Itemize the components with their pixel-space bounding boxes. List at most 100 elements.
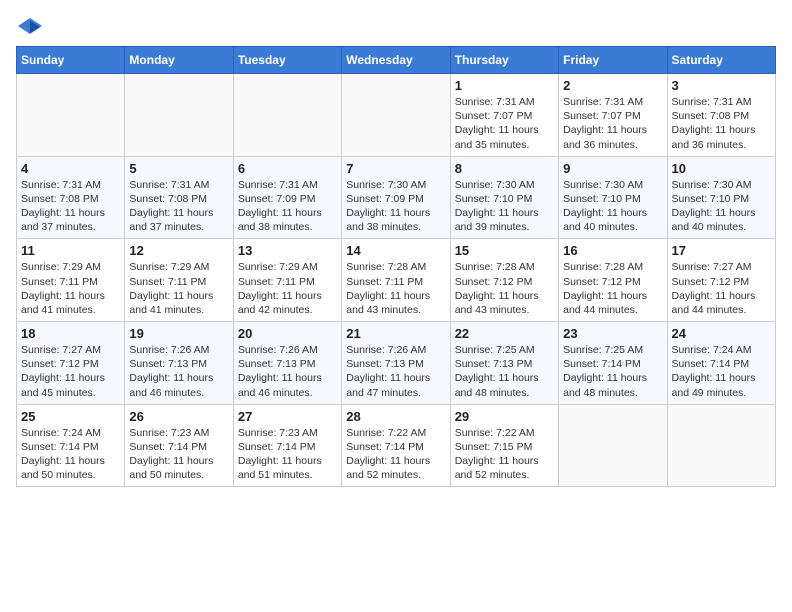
cell-date: 13 (238, 243, 337, 258)
calendar-cell (559, 404, 667, 487)
calendar-cell: 29Sunrise: 7:22 AM Sunset: 7:15 PM Dayli… (450, 404, 558, 487)
cell-info: Sunrise: 7:26 AM Sunset: 7:13 PM Dayligh… (346, 343, 445, 400)
calendar-cell: 12 Sunrise: 7:29 AM Sunset: 7:11 PM Dayli… (125, 239, 233, 322)
calendar-cell: 17 Sunrise: 7:27 AM Sunset: 7:12 PM Dayli… (667, 239, 775, 322)
cell-info: Sunrise: 7:23 AM Sunset: 7:14 PM Dayligh… (129, 426, 228, 483)
cell-info: Sunrise: 7:27 AM Sunset: 7:12 PM Dayligh… (672, 260, 771, 317)
cell-date: 25 (21, 409, 120, 424)
calendar-cell: 19Sunrise: 7:26 AM Sunset: 7:13 PM Dayli… (125, 322, 233, 405)
cell-info: Sunrise: 7:24 AM Sunset: 7:14 PM Dayligh… (21, 426, 120, 483)
calendar-header: SundayMondayTuesdayWednesdayThursdayFrid… (17, 47, 776, 74)
cell-info: Sunrise: 7:23 AM Sunset: 7:14 PM Dayligh… (238, 426, 337, 483)
cell-date: 22 (455, 326, 554, 341)
cell-date: 4 (21, 161, 120, 176)
calendar-cell: 3 Sunrise: 7:31 AM Sunset: 7:08 PM Daylig… (667, 74, 775, 157)
cell-date: 16 (563, 243, 662, 258)
cell-info: Sunrise: 7:24 AM Sunset: 7:14 PM Dayligh… (672, 343, 771, 400)
calendar-cell: 13 Sunrise: 7:29 AM Sunset: 7:11 PM Dayli… (233, 239, 341, 322)
calendar-cell (17, 74, 125, 157)
calendar-cell: 1 Sunrise: 7:31 AM Sunset: 7:07 PM Daylig… (450, 74, 558, 157)
cell-info: Sunrise: 7:25 AM Sunset: 7:14 PM Dayligh… (563, 343, 662, 400)
cell-date: 23 (563, 326, 662, 341)
calendar-cell (125, 74, 233, 157)
calendar-cell: 15Sunrise: 7:28 AM Sunset: 7:12 PM Dayli… (450, 239, 558, 322)
cell-date: 11 (21, 243, 120, 258)
calendar-week-1: 1 Sunrise: 7:31 AM Sunset: 7:07 PM Daylig… (17, 74, 776, 157)
cell-info: Sunrise: 7:29 AM Sunset: 7:11 PM Dayligh… (21, 260, 120, 317)
cell-info: Sunrise: 7:29 AM Sunset: 7:11 PM Dayligh… (129, 260, 228, 317)
cell-date: 2 (563, 78, 662, 93)
calendar-cell: 27 Sunrise: 7:23 AM Sunset: 7:14 PM Dayli… (233, 404, 341, 487)
cell-info: Sunrise: 7:27 AM Sunset: 7:12 PM Dayligh… (21, 343, 120, 400)
cell-date: 17 (672, 243, 771, 258)
cell-date: 3 (672, 78, 771, 93)
calendar-cell: 25 Sunrise: 7:24 AM Sunset: 7:14 PM Dayli… (17, 404, 125, 487)
cell-date: 10 (672, 161, 771, 176)
day-header-wednesday: Wednesday (342, 47, 450, 74)
calendar-cell: 5Sunrise: 7:31 AM Sunset: 7:08 PM Daylig… (125, 156, 233, 239)
calendar-cell: 24 Sunrise: 7:24 AM Sunset: 7:14 PM Dayli… (667, 322, 775, 405)
calendar-table: SundayMondayTuesdayWednesdayThursdayFrid… (16, 46, 776, 487)
cell-info: Sunrise: 7:30 AM Sunset: 7:10 PM Dayligh… (455, 178, 554, 235)
calendar-cell: 21 Sunrise: 7:26 AM Sunset: 7:13 PM Dayli… (342, 322, 450, 405)
calendar-cell: 8 Sunrise: 7:30 AM Sunset: 7:10 PM Daylig… (450, 156, 558, 239)
calendar-cell (667, 404, 775, 487)
logo (16, 16, 48, 38)
cell-info: Sunrise: 7:31 AM Sunset: 7:09 PM Dayligh… (238, 178, 337, 235)
calendar-cell: 6 Sunrise: 7:31 AM Sunset: 7:09 PM Daylig… (233, 156, 341, 239)
day-header-saturday: Saturday (667, 47, 775, 74)
calendar-cell: 23 Sunrise: 7:25 AM Sunset: 7:14 PM Dayli… (559, 322, 667, 405)
cell-info: Sunrise: 7:30 AM Sunset: 7:09 PM Dayligh… (346, 178, 445, 235)
cell-info: Sunrise: 7:31 AM Sunset: 7:07 PM Dayligh… (455, 95, 554, 152)
cell-info: Sunrise: 7:22 AM Sunset: 7:14 PM Dayligh… (346, 426, 445, 483)
calendar-cell: 9Sunrise: 7:30 AM Sunset: 7:10 PM Daylig… (559, 156, 667, 239)
cell-date: 24 (672, 326, 771, 341)
cell-date: 15 (455, 243, 554, 258)
cell-info: Sunrise: 7:30 AM Sunset: 7:10 PM Dayligh… (672, 178, 771, 235)
cell-date: 12 (129, 243, 228, 258)
calendar-cell: 14Sunrise: 7:28 AM Sunset: 7:11 PM Dayli… (342, 239, 450, 322)
calendar-cell: 10 Sunrise: 7:30 AM Sunset: 7:10 PM Dayli… (667, 156, 775, 239)
calendar-week-5: 25 Sunrise: 7:24 AM Sunset: 7:14 PM Dayli… (17, 404, 776, 487)
cell-info: Sunrise: 7:26 AM Sunset: 7:13 PM Dayligh… (238, 343, 337, 400)
cell-date: 21 (346, 326, 445, 341)
calendar-week-3: 11 Sunrise: 7:29 AM Sunset: 7:11 PM Dayli… (17, 239, 776, 322)
cell-date: 27 (238, 409, 337, 424)
calendar-cell: 26 Sunrise: 7:23 AM Sunset: 7:14 PM Dayli… (125, 404, 233, 487)
cell-info: Sunrise: 7:29 AM Sunset: 7:11 PM Dayligh… (238, 260, 337, 317)
calendar-week-4: 18Sunrise: 7:27 AM Sunset: 7:12 PM Dayli… (17, 322, 776, 405)
cell-info: Sunrise: 7:25 AM Sunset: 7:13 PM Dayligh… (455, 343, 554, 400)
cell-date: 8 (455, 161, 554, 176)
calendar-body: 1 Sunrise: 7:31 AM Sunset: 7:07 PM Daylig… (17, 74, 776, 487)
cell-info: Sunrise: 7:31 AM Sunset: 7:08 PM Dayligh… (672, 95, 771, 152)
day-header-row: SundayMondayTuesdayWednesdayThursdayFrid… (17, 47, 776, 74)
cell-info: Sunrise: 7:31 AM Sunset: 7:07 PM Dayligh… (563, 95, 662, 152)
calendar-cell: 18Sunrise: 7:27 AM Sunset: 7:12 PM Dayli… (17, 322, 125, 405)
calendar-cell (233, 74, 341, 157)
cell-date: 19 (129, 326, 228, 341)
cell-info: Sunrise: 7:31 AM Sunset: 7:08 PM Dayligh… (21, 178, 120, 235)
cell-info: Sunrise: 7:28 AM Sunset: 7:12 PM Dayligh… (563, 260, 662, 317)
cell-date: 26 (129, 409, 228, 424)
day-header-friday: Friday (559, 47, 667, 74)
cell-date: 5 (129, 161, 228, 176)
calendar-cell: 7 Sunrise: 7:30 AM Sunset: 7:09 PM Daylig… (342, 156, 450, 239)
cell-date: 20 (238, 326, 337, 341)
calendar-cell: 20 Sunrise: 7:26 AM Sunset: 7:13 PM Dayli… (233, 322, 341, 405)
cell-info: Sunrise: 7:22 AM Sunset: 7:15 PM Dayligh… (455, 426, 554, 483)
cell-date: 1 (455, 78, 554, 93)
cell-date: 28 (346, 409, 445, 424)
calendar-cell: 28 Sunrise: 7:22 AM Sunset: 7:14 PM Dayli… (342, 404, 450, 487)
calendar-cell: 11 Sunrise: 7:29 AM Sunset: 7:11 PM Dayli… (17, 239, 125, 322)
calendar-cell: 16 Sunrise: 7:28 AM Sunset: 7:12 PM Dayli… (559, 239, 667, 322)
cell-date: 6 (238, 161, 337, 176)
calendar-cell (342, 74, 450, 157)
day-header-thursday: Thursday (450, 47, 558, 74)
day-header-monday: Monday (125, 47, 233, 74)
calendar-cell: 2 Sunrise: 7:31 AM Sunset: 7:07 PM Daylig… (559, 74, 667, 157)
cell-date: 9 (563, 161, 662, 176)
calendar-cell: 22 Sunrise: 7:25 AM Sunset: 7:13 PM Dayli… (450, 322, 558, 405)
logo-icon (16, 16, 44, 38)
cell-date: 7 (346, 161, 445, 176)
day-header-sunday: Sunday (17, 47, 125, 74)
